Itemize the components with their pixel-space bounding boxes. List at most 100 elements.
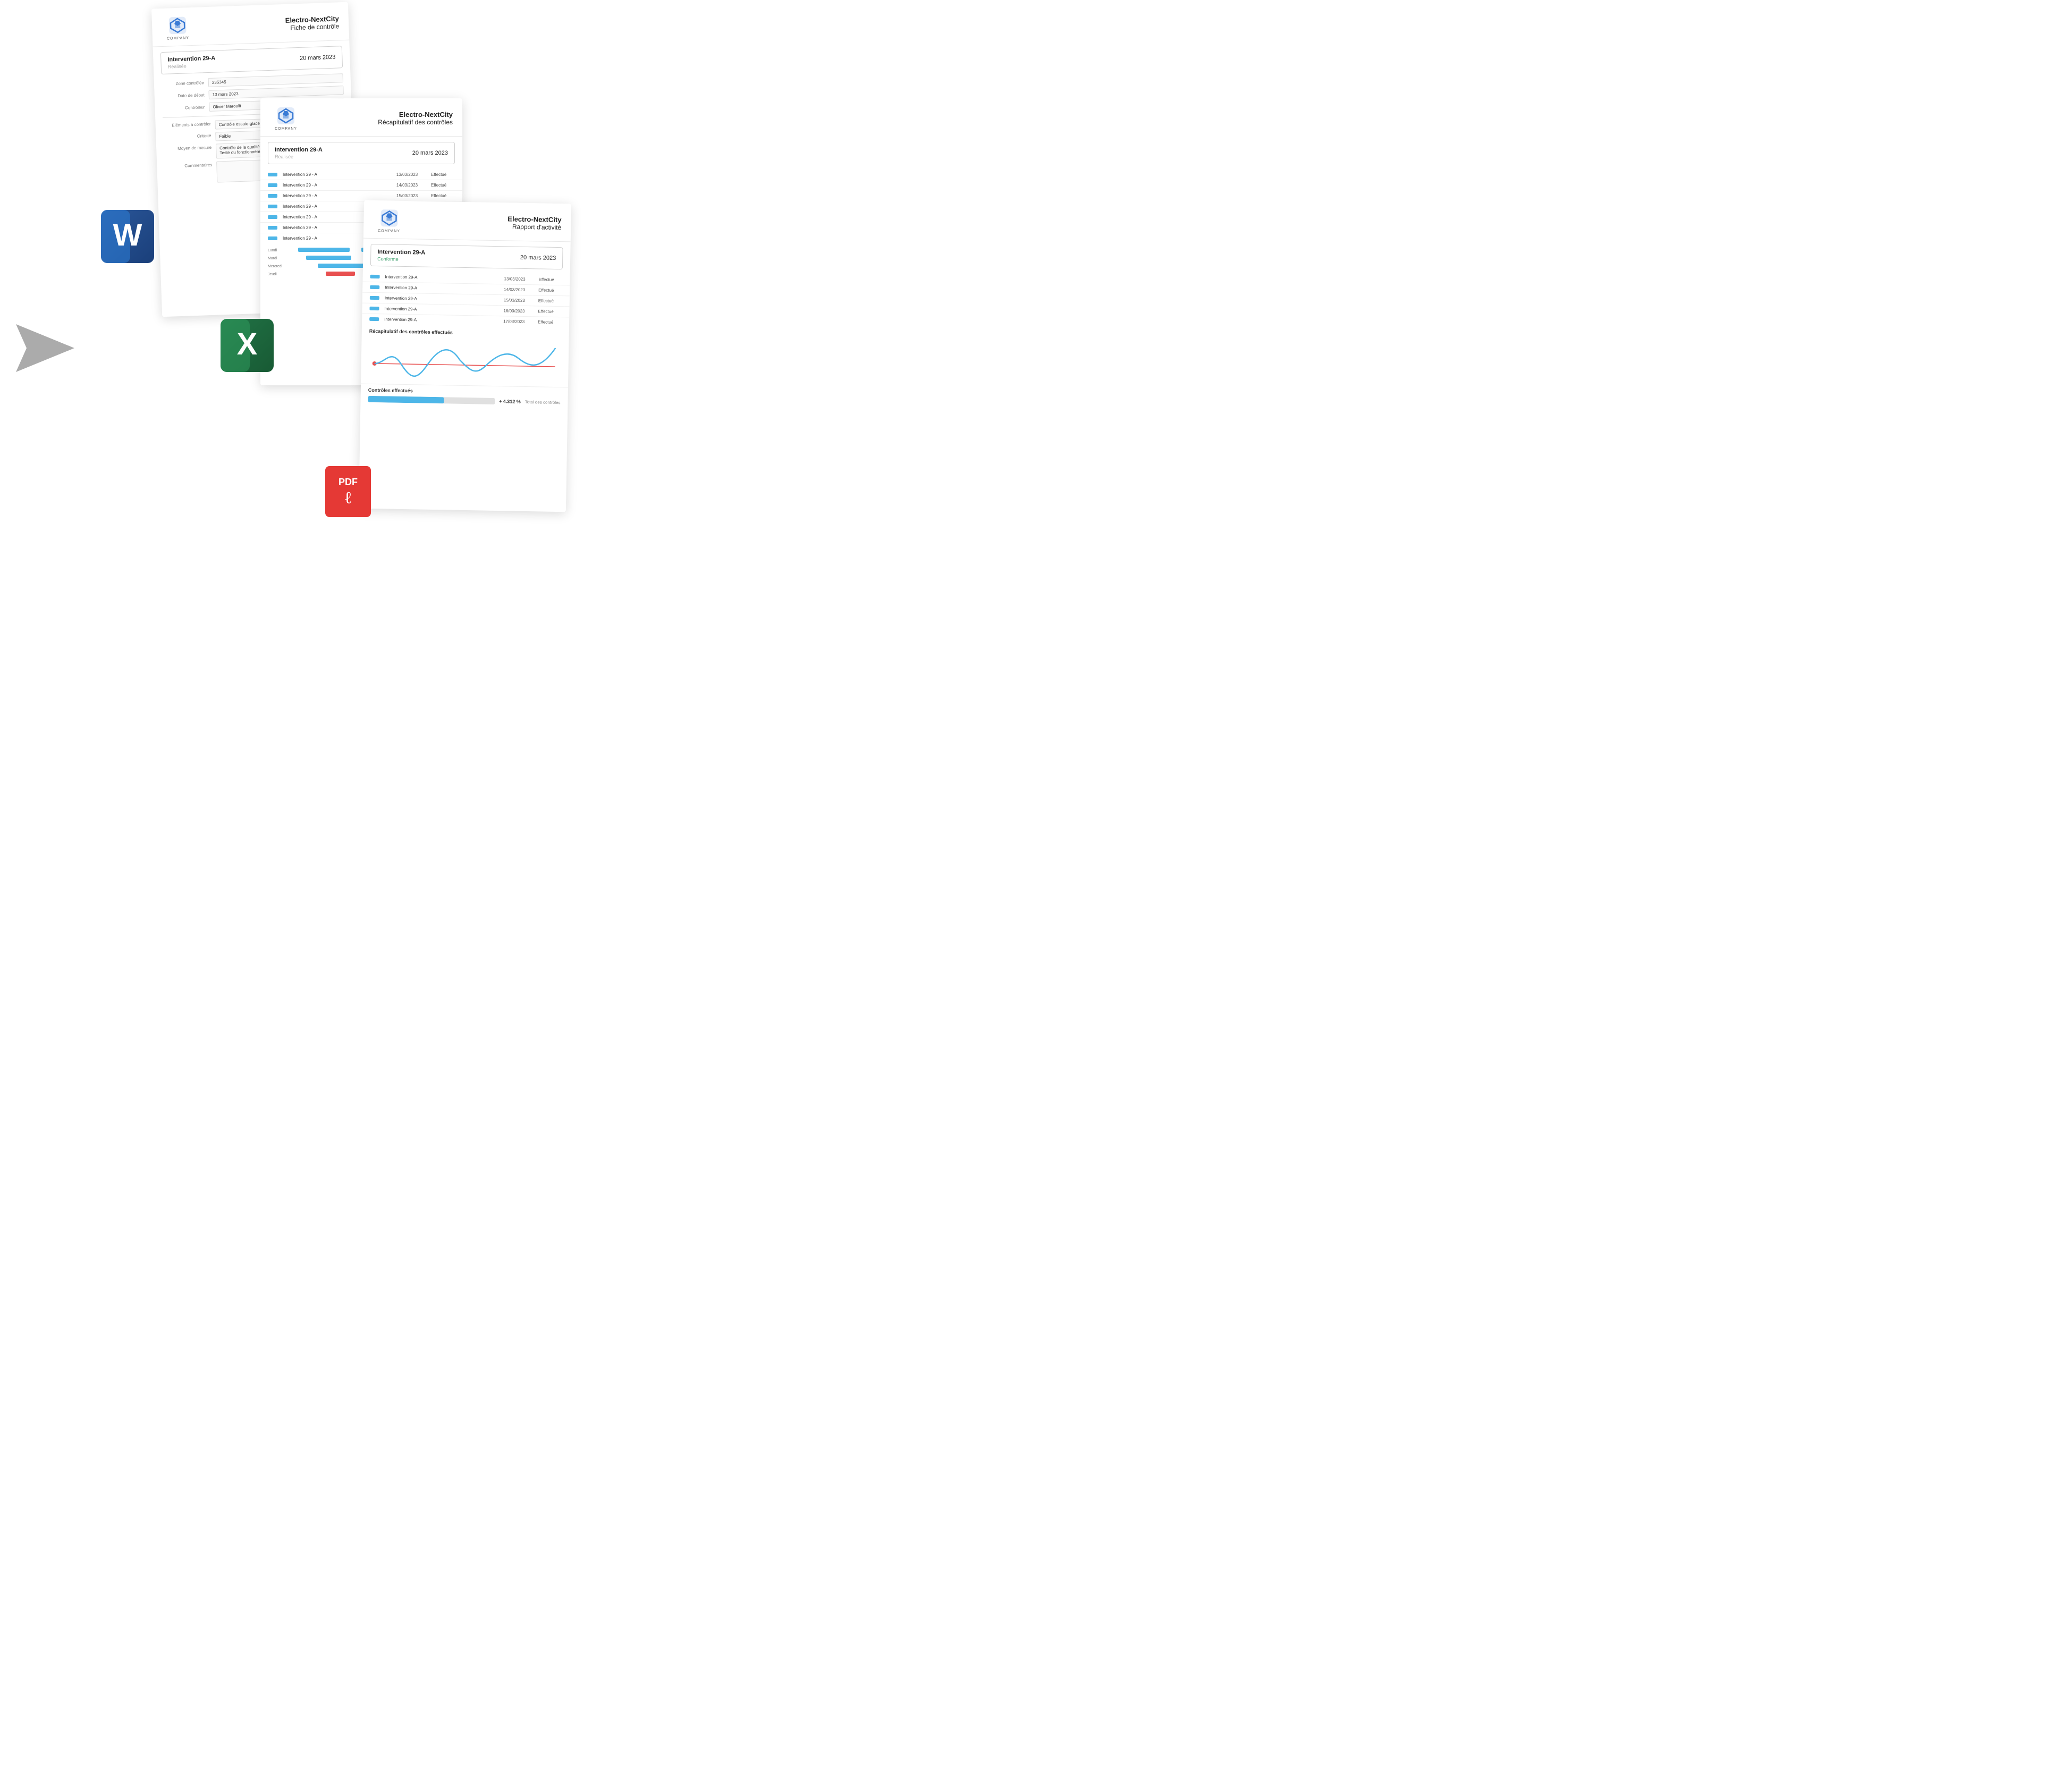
row-text: Intervention 29-A xyxy=(385,274,499,281)
row-indicator xyxy=(268,205,277,208)
svg-text:ℓ: ℓ xyxy=(344,488,352,507)
doc1-criticite-label: Criticité xyxy=(163,132,211,140)
row-status: Effectué xyxy=(538,298,562,303)
row-text: Intervention 29 - A xyxy=(283,183,391,188)
row-indicator xyxy=(370,296,379,300)
doc1-title-block: Electro-NextCity Fiche de contrôle xyxy=(285,14,340,32)
gantt-label: Jeudi xyxy=(268,273,289,276)
doc3-chart-area xyxy=(368,337,561,383)
doc-rapport-activite: COMPANY Electro-NextCity Rapport d'activ… xyxy=(359,200,571,512)
row-indicator xyxy=(268,194,277,198)
doc2-intervention-box: Intervention 29-A Réalisée 20 mars 2023 xyxy=(268,142,455,164)
table-row: Intervention 29 - A 13/03/2023 Effectué xyxy=(260,170,462,180)
row-status: Effectué xyxy=(431,183,455,188)
chart-svg xyxy=(368,337,561,383)
doc1-moyen-label: Moyen de mesure xyxy=(164,144,211,151)
row-status: Effectué xyxy=(538,319,562,325)
row-status: Effectué xyxy=(538,309,562,314)
row-status: Effectué xyxy=(538,288,562,293)
doc2-title-sub: Récapitulatif des contrôles xyxy=(378,119,453,126)
gantt-bar xyxy=(298,248,350,252)
excel-icon: X xyxy=(218,316,276,375)
doc1-intervention-status: Réalisée xyxy=(168,62,216,69)
row-text: Intervention 29-A xyxy=(384,317,498,324)
row-indicator xyxy=(268,226,277,230)
row-date: 15/03/2023 xyxy=(396,193,426,198)
row-text: Intervention 29-A xyxy=(384,306,498,313)
table-row: Intervention 29 - A 14/03/2023 Effectué xyxy=(260,180,462,191)
doc1-intervention-label: Intervention 29-A xyxy=(167,55,215,63)
doc2-title-main: Electro-NextCity xyxy=(378,111,453,119)
doc2-header: COMPANY Electro-NextCity Récapitulatif d… xyxy=(260,98,462,137)
doc3-header: COMPANY Electro-NextCity Rapport d'activ… xyxy=(363,200,571,242)
row-indicator xyxy=(369,307,379,310)
row-text: Intervention 29-A xyxy=(385,285,498,292)
doc3-title-sub: Rapport d'activité xyxy=(507,223,561,231)
row-date: 16/03/2023 xyxy=(503,308,532,314)
row-indicator xyxy=(370,275,380,278)
word-icon: W xyxy=(98,207,157,266)
row-status: Effectué xyxy=(431,193,455,198)
doc1-logo: COMPANY xyxy=(161,15,194,41)
row-status: Effectué xyxy=(431,172,455,177)
doc3-title-main: Electro-NextCity xyxy=(507,215,561,224)
doc1-header: COMPANY Electro-NextCity Fiche de contrô… xyxy=(151,2,349,47)
gantt-label: Mercredi xyxy=(268,265,289,268)
doc3-controls-title: Contrôles effectués xyxy=(368,387,561,396)
company-logo-icon-3 xyxy=(379,208,400,229)
row-status: Effectué xyxy=(538,277,562,282)
send-arrow-icon xyxy=(11,319,80,377)
controls-bar-fill xyxy=(368,396,444,403)
doc1-zone-value: 235345 xyxy=(208,73,343,87)
company-logo-icon-2 xyxy=(276,106,296,126)
row-indicator xyxy=(268,215,277,219)
doc3-controls-pct: + 4.312 % xyxy=(499,399,521,404)
row-date: 15/03/2023 xyxy=(504,298,533,303)
doc3-intervention-label: Intervention 29-A xyxy=(377,249,425,256)
doc3-logo: COMPANY xyxy=(373,208,405,233)
svg-text:X: X xyxy=(237,327,258,361)
svg-text:W: W xyxy=(113,218,142,252)
pdf-icon: PDF ℓ xyxy=(324,465,372,518)
doc3-controls-total: Total des contrôles xyxy=(525,399,561,404)
doc3-chart-title: Récapitulatif des contrôles effectués xyxy=(369,328,562,337)
doc1-elements-label: Eléments à contrôler xyxy=(163,121,210,128)
doc3-company-label: COMPANY xyxy=(378,229,400,233)
row-indicator xyxy=(268,183,277,187)
doc3-intervention-status: Conforme xyxy=(377,256,425,263)
row-date: 14/03/2023 xyxy=(504,287,533,292)
doc3-title-block: Electro-NextCity Rapport d'activité xyxy=(507,215,562,231)
doc1-debut-value: 13 mars 2023 xyxy=(208,86,343,99)
doc1-controleur-label: Contrôleur xyxy=(162,105,205,111)
doc2-company-label: COMPANY xyxy=(275,127,297,131)
doc2-intervention-label: Intervention 29-A xyxy=(275,147,323,153)
gantt-bar xyxy=(306,256,351,260)
doc1-company-label: COMPANY xyxy=(167,36,189,40)
doc3-controls-section: Contrôles effectués + 4.312 % Total des … xyxy=(360,384,568,409)
doc3-controls-row: + 4.312 % Total des contrôles xyxy=(368,396,560,405)
company-logo-icon xyxy=(167,15,188,36)
doc3-table: Intervention 29-A 13/03/2023 Effectué In… xyxy=(362,272,570,328)
doc1-intervention-box: Intervention 29-A Réalisée 20 mars 2023 xyxy=(160,46,343,74)
doc1-commentaires-label: Commentaires xyxy=(164,162,212,169)
row-date: 17/03/2023 xyxy=(503,319,532,324)
controls-bar-background xyxy=(368,396,495,404)
doc1-title-sub: Fiche de contrôle xyxy=(285,22,340,32)
row-indicator xyxy=(268,236,277,240)
doc2-intervention-status: Réalisée xyxy=(275,154,323,159)
row-text: Intervention 29 - A xyxy=(283,172,391,177)
row-indicator xyxy=(370,285,379,289)
doc1-debut-label: Date de début xyxy=(162,92,205,99)
doc3-intervention-date: 20 mars 2023 xyxy=(520,255,556,261)
doc2-logo: COMPANY xyxy=(270,106,302,131)
doc2-title-block: Electro-NextCity Récapitulatif des contr… xyxy=(378,111,453,126)
gantt-label: Lundi xyxy=(268,249,289,252)
gantt-bar xyxy=(326,272,355,276)
doc1-zone-label: Zone contrôlée xyxy=(162,80,204,87)
svg-text:PDF: PDF xyxy=(338,477,358,487)
row-date: 13/03/2023 xyxy=(396,172,426,177)
row-text: Intervention 29 - A xyxy=(283,193,391,198)
gantt-label: Mardi xyxy=(268,257,289,260)
doc3-chart-section: Récapitulatif des contrôles effectués xyxy=(361,324,569,387)
row-indicator xyxy=(268,173,277,176)
